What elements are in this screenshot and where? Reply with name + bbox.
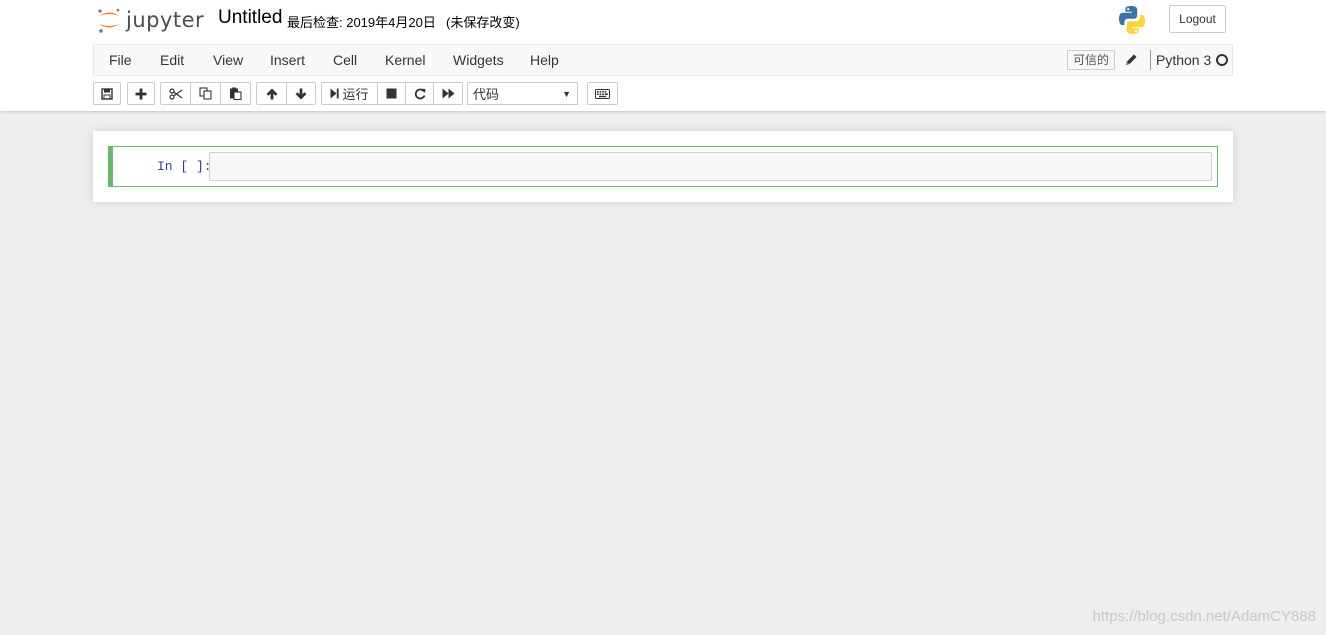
checkpoint-status: 最后检查: 2019年4月20日	[287, 15, 436, 30]
menubar: File Edit View Insert Cell Kernel Widget…	[93, 44, 1233, 76]
copy-icon	[199, 87, 212, 100]
interrupt-button[interactable]	[377, 82, 406, 105]
autosave-status: (未保存改变)	[446, 15, 520, 30]
restart-run-all-button[interactable]	[433, 82, 463, 105]
move-up-button[interactable]	[256, 82, 287, 105]
restart-button[interactable]	[405, 82, 434, 105]
menu-insert[interactable]: Insert	[270, 52, 305, 68]
keyboard-icon	[595, 88, 610, 99]
code-input-area[interactable]	[209, 152, 1212, 181]
input-prompt: In [ ]:	[157, 159, 212, 174]
menu-widgets[interactable]: Widgets	[453, 52, 504, 68]
copy-button[interactable]	[190, 82, 221, 105]
logout-button[interactable]: Logout	[1169, 5, 1226, 33]
plus-icon	[135, 88, 147, 100]
arrow-down-icon	[295, 88, 307, 100]
cut-button[interactable]	[160, 82, 191, 105]
menu-kernel[interactable]: Kernel	[385, 52, 425, 68]
notebook-container: In [ ]:	[93, 131, 1233, 202]
kernel-divider	[1150, 50, 1151, 70]
trusted-indicator[interactable]: 可信的	[1067, 50, 1116, 70]
jupyter-logo[interactable]: jupyter	[96, 6, 204, 34]
menu-help[interactable]: Help	[530, 52, 559, 68]
kernel-idle-icon	[1216, 54, 1228, 66]
cell-type-value: 代码	[473, 87, 500, 102]
jupyter-notebook-app: jupyter Untitled 最后检查: 2019年4月20日 (未保存改变…	[0, 0, 1326, 635]
cell-type-select[interactable]: 代码 ▼	[467, 82, 578, 105]
pencil-icon[interactable]	[1125, 53, 1138, 69]
watermark: https://blog.csdn.net/AdamCY888	[1092, 608, 1316, 625]
run-icon	[330, 88, 340, 99]
insert-cell-button[interactable]	[127, 82, 155, 105]
cut-icon	[168, 87, 183, 100]
command-palette-button[interactable]	[587, 82, 618, 105]
save-button[interactable]	[93, 82, 121, 105]
menu-cell[interactable]: Cell	[333, 52, 357, 68]
paste-button[interactable]	[220, 82, 251, 105]
paste-icon	[229, 87, 242, 100]
run-button-label: 运行	[342, 87, 369, 102]
header: jupyter Untitled 最后检查: 2019年4月20日 (未保存改变…	[0, 0, 1326, 111]
fast-forward-icon	[442, 88, 455, 99]
menu-edit[interactable]: Edit	[160, 52, 184, 68]
stop-icon	[386, 88, 397, 99]
save-icon	[101, 87, 113, 100]
menu-file[interactable]: File	[109, 52, 132, 68]
restart-icon	[414, 88, 426, 100]
arrow-up-icon	[266, 88, 278, 100]
jupyter-logo-icon	[98, 8, 120, 33]
jupyter-logo-text: jupyter	[126, 8, 205, 32]
notebook-title[interactable]: Untitled	[218, 7, 282, 29]
menu-view[interactable]: View	[213, 52, 243, 68]
code-cell[interactable]: In [ ]:	[108, 146, 1218, 187]
run-button[interactable]: 运行	[321, 82, 378, 105]
caret-down-icon: ▼	[562, 89, 571, 99]
python-logo-icon	[1118, 5, 1146, 38]
move-down-button[interactable]	[286, 82, 316, 105]
kernel-name[interactable]: Python 3	[1156, 52, 1211, 68]
